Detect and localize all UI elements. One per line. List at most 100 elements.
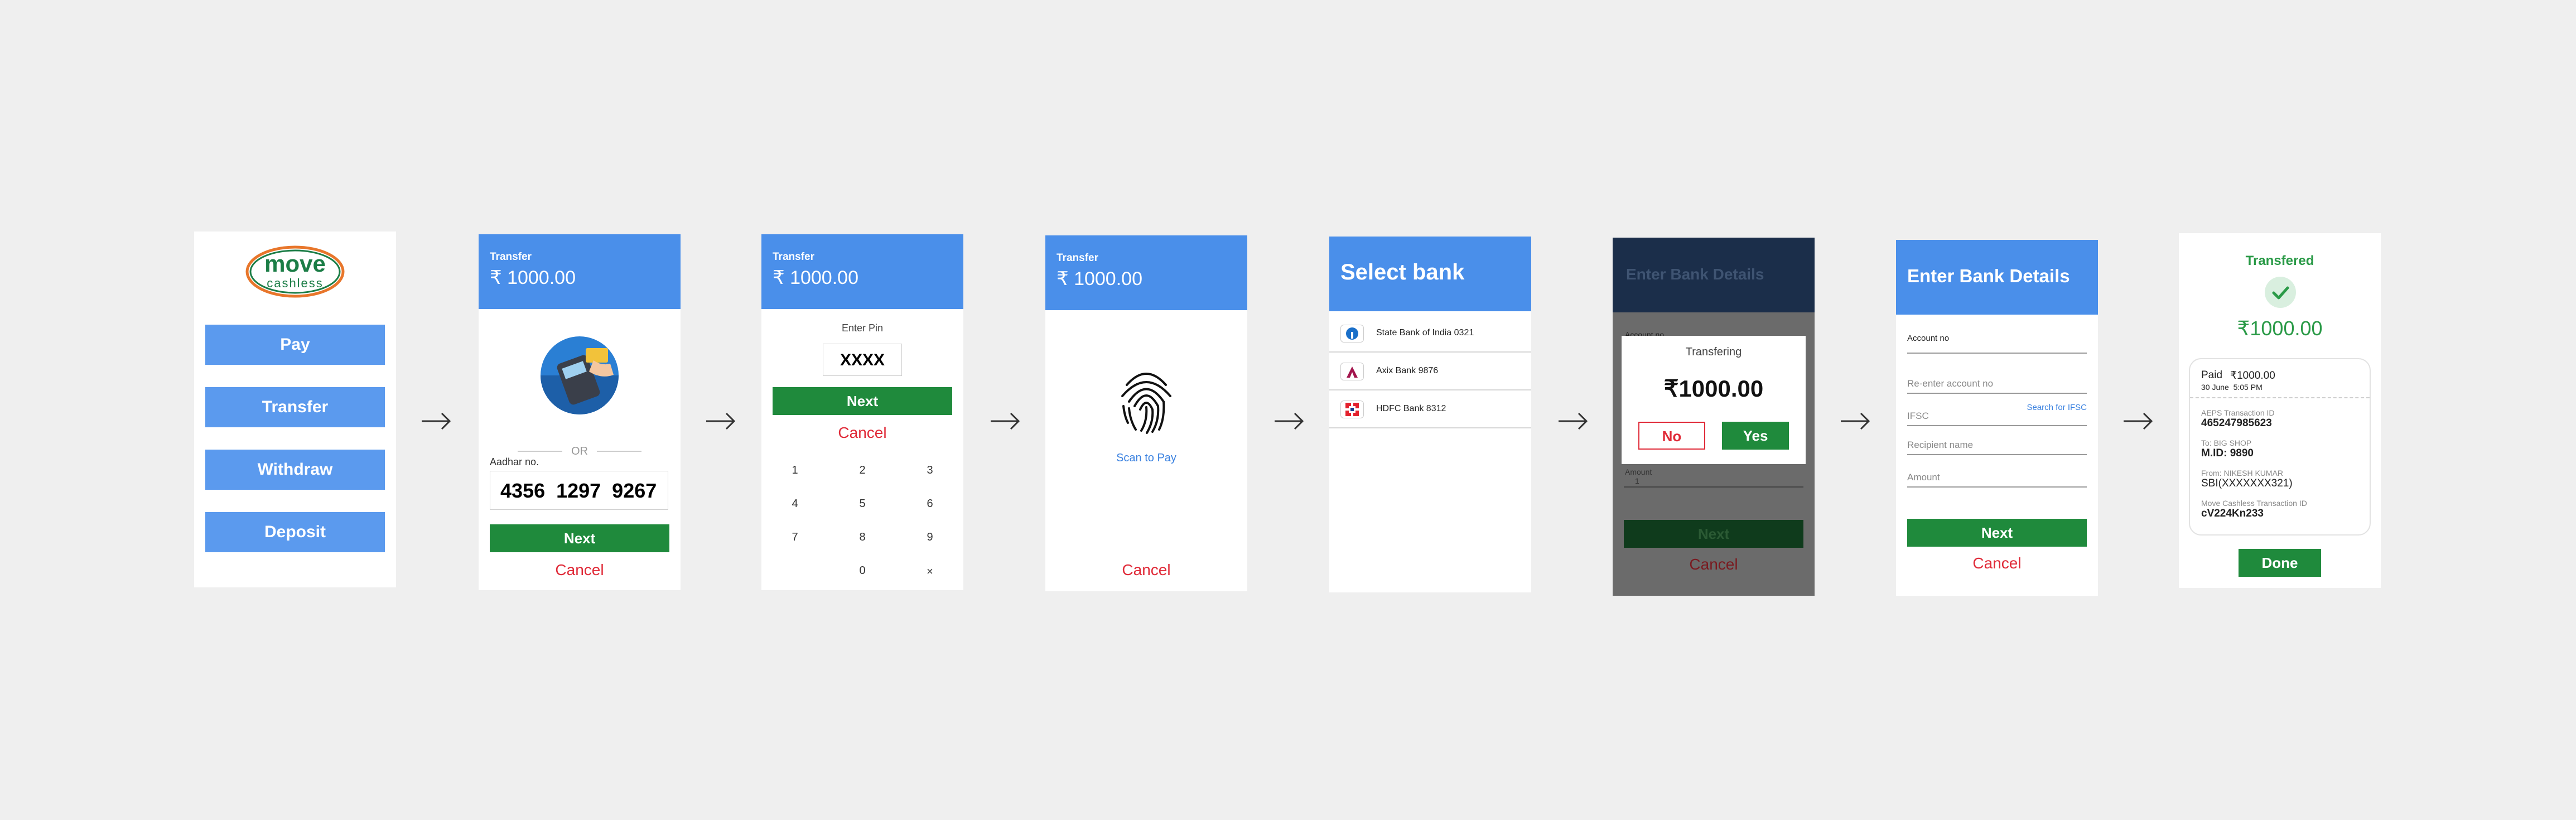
next-button[interactable]: Next — [1907, 519, 2087, 547]
mc-txn-label: Move Cashless Transaction ID — [2201, 499, 2307, 508]
amount-header: Transfer ₹ 1000.00 — [479, 234, 681, 309]
recipient-name-field[interactable]: Recipient name — [1907, 440, 2087, 455]
no-button[interactable]: No — [1638, 422, 1705, 450]
key-0[interactable]: 0 — [851, 565, 874, 577]
key-4[interactable]: 4 — [784, 498, 806, 510]
confirm-screen: Enter Bank Details Account no Amount 1 N… — [1613, 238, 1815, 596]
from-account: SBI(XXXXXXX321) — [2201, 477, 2293, 489]
withdraw-button[interactable]: Withdraw — [205, 450, 385, 490]
keypad: 1 2 3 4 5 6 7 8 9 0 × — [761, 234, 963, 590]
dialog-title: Transfering — [1685, 346, 1742, 358]
account-no-field[interactable]: Account no — [1907, 334, 2087, 354]
page-title: Enter Bank Details — [1626, 266, 1764, 283]
select-bank-header: Select bank — [1329, 237, 1531, 311]
pin-screen: Transfer ₹ 1000.00 Enter Pin XXXX Next C… — [761, 234, 963, 590]
header-label: Transfer — [1057, 252, 1098, 264]
dimmed-amount-value: 1 — [1635, 476, 1639, 485]
yes-button[interactable]: Yes — [1722, 422, 1789, 450]
bank-name: State Bank of India 0321 — [1376, 328, 1474, 337]
fingerprint-icon[interactable] — [1116, 363, 1177, 435]
bank-row-axis[interactable]: Axix Bank 9876 — [1329, 353, 1531, 390]
dimmed-amount-line — [1624, 486, 1803, 488]
bank-row-sbi[interactable]: State Bank of India 0321 — [1329, 315, 1531, 353]
aadhar-label: Aadhar no. — [490, 456, 539, 467]
dimmed-next-button: Next — [1624, 520, 1803, 548]
key-6[interactable]: 6 — [919, 498, 941, 510]
dialog-amount: ₹1000.00 — [1663, 375, 1764, 402]
success-screen: Transfered ₹1000.00 Paid ₹1000.00 30 Jun… — [2179, 233, 2381, 588]
key-delete[interactable]: × — [919, 566, 941, 578]
next-button[interactable]: Next — [490, 524, 669, 552]
key-9[interactable]: 9 — [919, 531, 941, 544]
paid-label: Paid — [2201, 369, 2223, 381]
ifsc-placeholder: IFSC — [1907, 411, 1929, 421]
amount-field[interactable]: Amount — [1907, 472, 2087, 488]
recipient-name-placeholder: Recipient name — [1907, 440, 1974, 450]
aeps-label: AEPS Transaction ID — [2201, 408, 2275, 417]
paid-date: 30 June 5:05 PM — [2201, 383, 2263, 392]
header-amount: ₹ 1000.00 — [1057, 268, 1142, 290]
paid-amount: ₹1000.00 — [2230, 370, 2275, 382]
logo: move cashless — [244, 244, 346, 300]
reenter-account-placeholder: Re-enter account no — [1907, 378, 1994, 389]
arrow-right-icon — [1841, 412, 1870, 430]
select-bank-screen: Select bank State Bank of India 0321 Axi… — [1329, 237, 1531, 592]
bank-name: HDFC Bank 8312 — [1376, 404, 1446, 413]
search-ifsc-link[interactable]: Search for IFSC — [2027, 403, 2087, 412]
cancel-button[interactable]: Cancel — [1896, 554, 2098, 572]
arrow-right-icon — [1275, 412, 1304, 430]
deposit-button[interactable]: Deposit — [205, 512, 385, 552]
bank-name: Axix Bank 9876 — [1376, 366, 1439, 375]
arrow-right-icon — [1559, 412, 1588, 430]
pay-button[interactable]: Pay — [205, 325, 385, 365]
aeps-value: 465247985623 — [2201, 417, 2272, 429]
dimmed-cancel-button: Cancel — [1689, 556, 1738, 573]
aadhar-screen: Transfer ₹ 1000.00 OR Aadhar no. 4356 12… — [479, 234, 681, 590]
or-divider: OR — [518, 445, 641, 457]
scan-to-pay-link[interactable]: Scan to Pay — [1045, 452, 1247, 465]
key-8[interactable]: 8 — [851, 531, 874, 544]
amount-header: Transfer ₹ 1000.00 — [1045, 235, 1247, 310]
home-screen: move cashless Pay Transfer Withdraw Depo… — [194, 231, 396, 587]
confirm-dialog: Transfering ₹1000.00 No Yes — [1622, 336, 1806, 464]
bank-details-screen: Enter Bank Details Account no Re-enter a… — [1896, 240, 2098, 596]
reenter-account-field[interactable]: Re-enter account no — [1907, 378, 2087, 394]
aadhar-input[interactable]: 4356 1297 9267 — [490, 471, 668, 510]
sbi-logo-icon — [1340, 325, 1364, 343]
key-2[interactable]: 2 — [851, 464, 874, 477]
scan-screen: Transfer ₹ 1000.00 Scan to Pay Cancel — [1045, 235, 1247, 591]
done-button[interactable]: Done — [2239, 549, 2321, 577]
from-label: From: NIKESH KUMAR — [2201, 469, 2284, 477]
dimmed-header: Enter Bank Details — [1613, 238, 1815, 312]
bank-details-header: Enter Bank Details — [1896, 240, 2098, 315]
logo-top-text: move — [264, 250, 326, 277]
cancel-button[interactable]: Cancel — [479, 561, 681, 579]
arrow-right-icon — [706, 412, 736, 430]
success-title: Transfered — [2245, 253, 2314, 268]
receipt-card: Paid ₹1000.00 30 June 5:05 PM AEPS Trans… — [2189, 358, 2371, 536]
key-5[interactable]: 5 — [851, 498, 874, 510]
ifsc-field[interactable]: IFSC — [1907, 411, 2087, 426]
key-3[interactable]: 3 — [919, 464, 941, 477]
card-terminal-icon — [540, 336, 619, 415]
arrow-right-icon — [422, 412, 451, 430]
bank-row-hdfc[interactable]: HDFC Bank 8312 — [1329, 390, 1531, 428]
check-icon — [2265, 277, 2296, 308]
success-amount: ₹1000.00 — [2237, 317, 2323, 340]
amount-placeholder: Amount — [1907, 472, 1940, 483]
account-no-label: Account no — [1907, 334, 1950, 343]
page-title: Select bank — [1340, 260, 1465, 284]
cancel-button[interactable]: Cancel — [1045, 561, 1247, 579]
receipt-divider — [2190, 397, 2370, 398]
header-amount: ₹ 1000.00 — [490, 267, 576, 288]
key-7[interactable]: 7 — [784, 531, 806, 544]
mc-txn-value: cV224Kn233 — [2201, 508, 2264, 519]
arrow-right-icon — [2124, 412, 2153, 430]
divider-line — [597, 451, 641, 452]
key-1[interactable]: 1 — [784, 464, 806, 477]
dimmed-amount-label: Amount — [1625, 467, 1652, 476]
logo-bottom-text: cashless — [267, 276, 324, 290]
transfer-button[interactable]: Transfer — [205, 387, 385, 427]
merchant-id: M.ID: 9890 — [2201, 447, 2254, 459]
arrow-right-icon — [991, 412, 1020, 430]
